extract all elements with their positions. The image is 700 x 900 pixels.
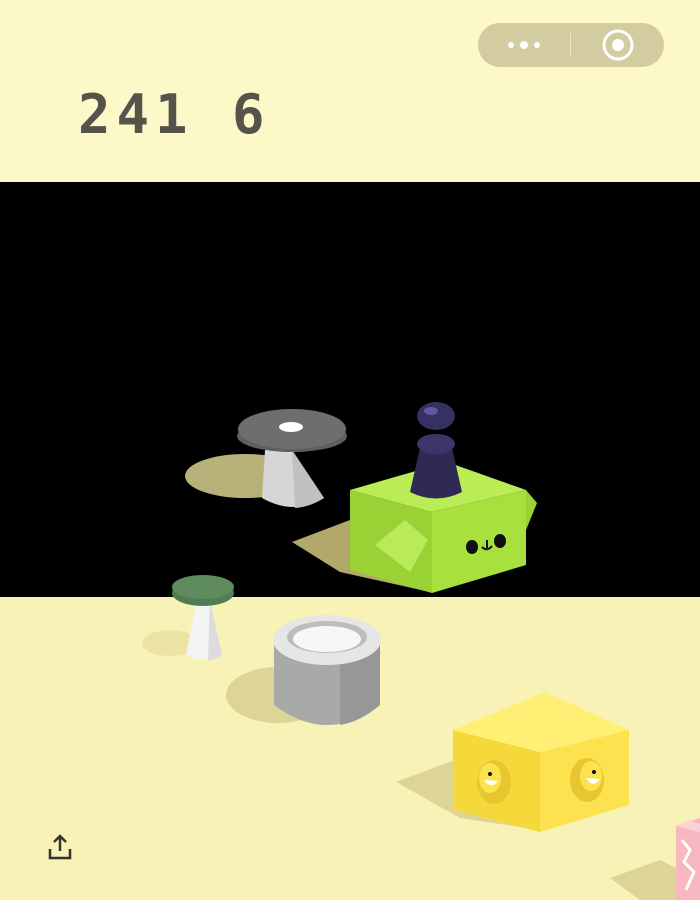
box-face-left: [477, 760, 511, 804]
capsule-close-button[interactable]: [571, 23, 664, 67]
gray-table-platform: [185, 409, 347, 508]
gray-cylinder-platform: [226, 615, 381, 725]
share-upload-icon: [48, 834, 72, 860]
yellow-smile-box-platform: [396, 692, 629, 832]
share-button[interactable]: [44, 832, 76, 864]
mini-program-capsule: [478, 23, 664, 67]
box-face-right: [570, 758, 604, 802]
game-stage[interactable]: 241 6: [0, 0, 700, 900]
capsule-menu-button[interactable]: [478, 23, 570, 67]
player-piece: [410, 402, 462, 499]
target-circle-icon: [602, 29, 634, 61]
green-stool-platform: [142, 575, 234, 661]
more-dots-icon: [508, 41, 540, 49]
score-counter: 241 6: [78, 83, 271, 146]
pink-box-platform: [610, 818, 700, 900]
